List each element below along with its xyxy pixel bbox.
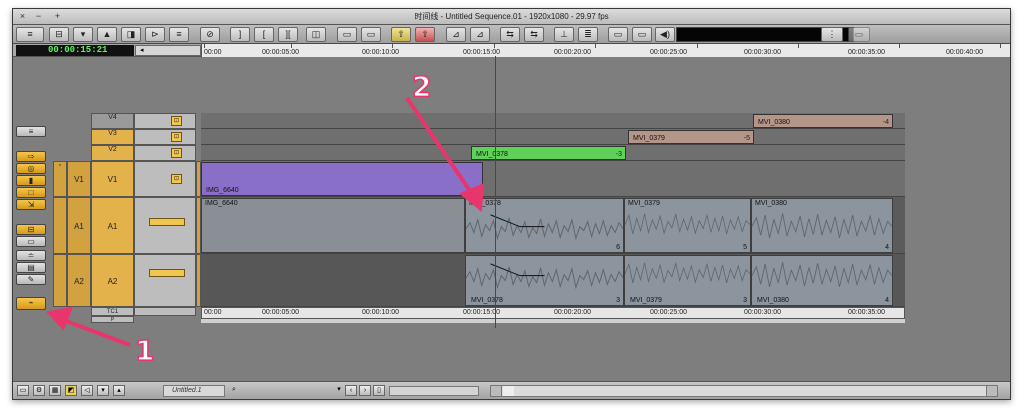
annotation-arrowhead-2	[459, 182, 485, 212]
annotation-label-2: 2	[411, 69, 432, 104]
annotation-arrow-2	[405, 96, 476, 199]
annotation-arrowhead-1	[46, 306, 74, 331]
annotation-arrow-1	[57, 316, 131, 347]
annotation-label-1: 1	[134, 333, 155, 368]
